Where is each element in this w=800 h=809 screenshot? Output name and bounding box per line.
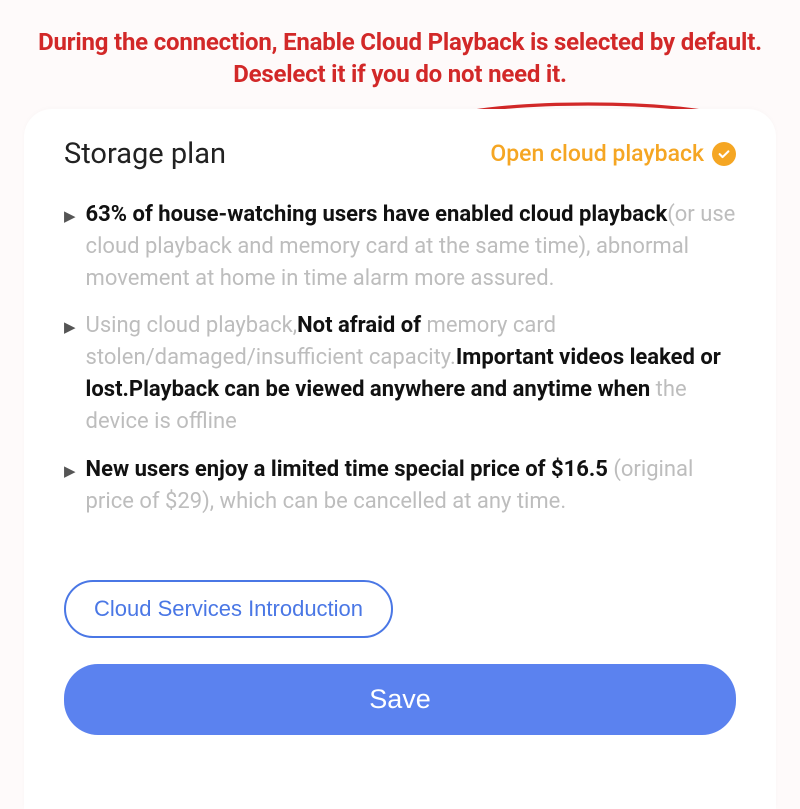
- toggle-label: Open cloud playback: [490, 140, 704, 167]
- caret-right-icon: ▶: [64, 317, 76, 438]
- caret-right-icon: ▶: [64, 206, 76, 295]
- bullet-text: 63% of house-watching users have enabled…: [86, 199, 736, 295]
- bullet-text: New users enjoy a limited time special p…: [86, 454, 736, 518]
- instruction-annotation: During the connection, Enable Cloud Play…: [0, 0, 800, 109]
- storage-plan-card: Storage plan Open cloud playback ▶ 63% o…: [24, 109, 776, 809]
- bullet-item: ▶ Using cloud playback,Not afraid of mem…: [64, 310, 736, 438]
- bullet-item: ▶ 63% of house-watching users have enabl…: [64, 199, 736, 295]
- open-cloud-playback-toggle[interactable]: Open cloud playback: [490, 140, 736, 167]
- caret-right-icon: ▶: [64, 461, 76, 518]
- save-button[interactable]: Save: [64, 664, 736, 735]
- checkmark-icon: [712, 142, 736, 166]
- bullets-list: ▶ 63% of house-watching users have enabl…: [64, 199, 736, 518]
- page-title: Storage plan: [64, 137, 226, 171]
- bullet-item: ▶ New users enjoy a limited time special…: [64, 454, 736, 518]
- card-header: Storage plan Open cloud playback: [64, 137, 736, 171]
- bullet-text: Using cloud playback,Not afraid of memor…: [86, 310, 736, 438]
- cloud-services-intro-button[interactable]: Cloud Services Introduction: [64, 580, 393, 638]
